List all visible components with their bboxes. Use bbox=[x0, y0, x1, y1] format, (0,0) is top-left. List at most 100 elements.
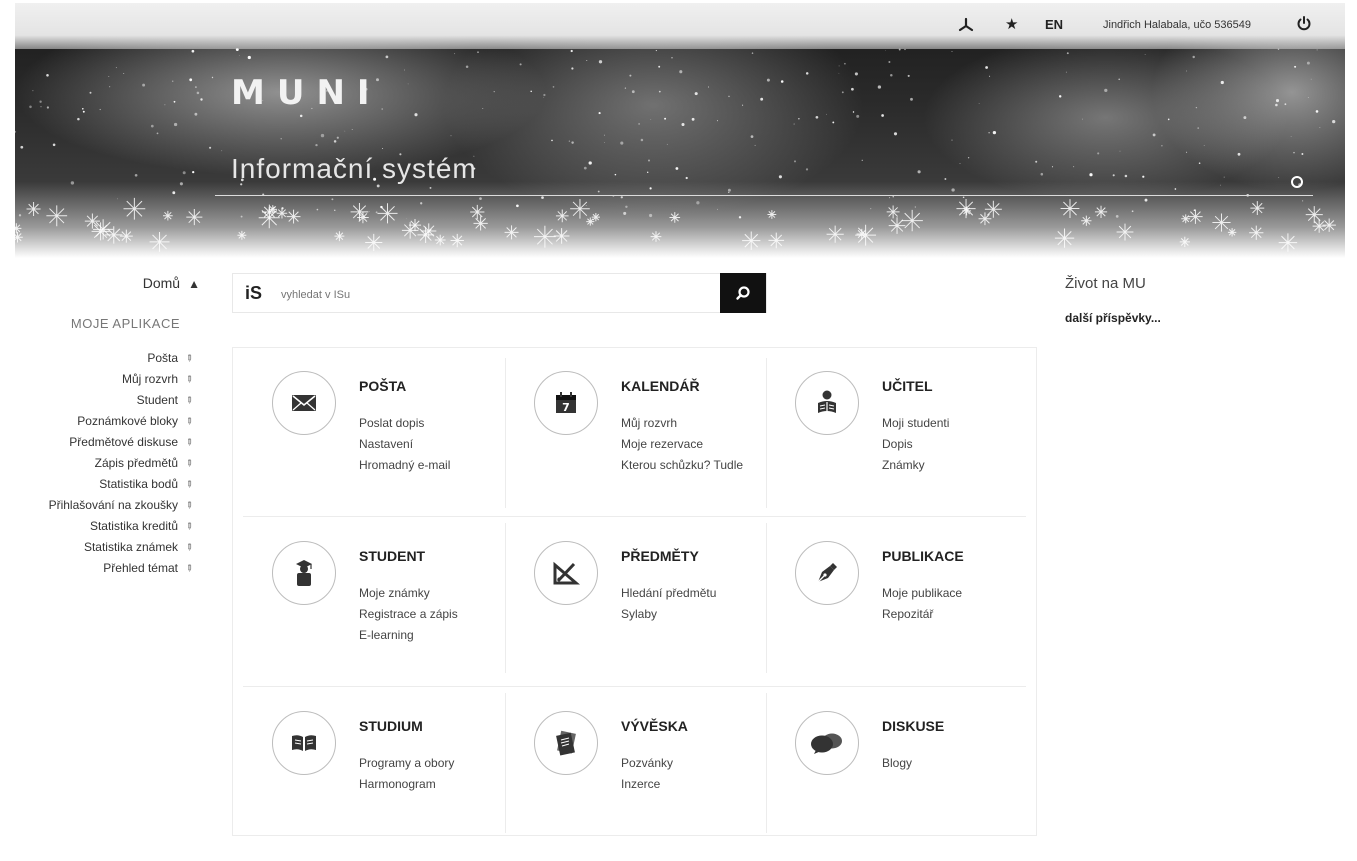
pin-icon[interactable]: ✎ bbox=[174, 553, 204, 583]
tile-title[interactable]: STUDENT bbox=[359, 548, 425, 564]
home-label: Domů bbox=[142, 275, 181, 291]
tile-title[interactable]: STUDIUM bbox=[359, 718, 423, 734]
my-apps-list: Pošta ✎ Můj rozvrh ✎ Student ✎ Poznámkové blok… bbox=[0, 348, 200, 579]
app-tile-publikace: PUBLIKACE Moje publikace Repozitář bbox=[766, 523, 1028, 691]
app-tiles-grid: POŠTA Poslat dopis Nastavení Hromadný e-mai… bbox=[232, 347, 1037, 836]
tile-link[interactable]: Registrace a zápis bbox=[359, 604, 458, 625]
tile-links: Poslat dopis Nastavení Hromadný e-mail bbox=[359, 413, 450, 476]
tile-link[interactable]: Známky bbox=[882, 455, 949, 476]
row-separator bbox=[243, 686, 1026, 687]
search-button[interactable] bbox=[720, 273, 766, 313]
sidebar-app-item[interactable]: Přihlašování na zkoušky ✎ bbox=[0, 495, 200, 516]
tile-title[interactable]: VÝVĚSKA bbox=[621, 718, 688, 734]
tile-separator bbox=[766, 693, 767, 833]
tile-link[interactable]: Nastavení bbox=[359, 434, 450, 455]
tile-link[interactable]: Pozvánky bbox=[621, 753, 673, 774]
teacher-circle[interactable] bbox=[795, 371, 859, 435]
app-tile-student: STUDENT Moje známky Registrace a zápis E-le… bbox=[243, 523, 505, 691]
sidebar-app-item[interactable]: Zápis předmětů ✎ bbox=[0, 453, 200, 474]
open-book-circle[interactable] bbox=[272, 711, 336, 775]
open-book-icon bbox=[290, 733, 318, 753]
envelope-icon bbox=[291, 393, 317, 413]
tile-links: Můj rozvrh Moje rezervace Kterou schůzku? … bbox=[621, 413, 743, 476]
tile-title[interactable]: POŠTA bbox=[359, 378, 406, 394]
home-link[interactable]: Domů ▲ bbox=[143, 275, 200, 291]
top-bar: ★ EN Jindřich Halabala, učo 536549 bbox=[15, 3, 1345, 49]
tile-link[interactable]: Inzerce bbox=[621, 774, 673, 795]
speech-bubbles-icon bbox=[810, 731, 844, 755]
search-input[interactable] bbox=[279, 284, 703, 306]
tile-separator bbox=[505, 523, 506, 673]
sidebar-app-label: Statistika bodů bbox=[99, 477, 178, 491]
sidebar-app-label: Zápis předmětů bbox=[94, 456, 178, 470]
envelope-circle[interactable] bbox=[272, 371, 336, 435]
settings-dot-icon[interactable] bbox=[1291, 176, 1303, 188]
tile-link[interactable]: Poslat dopis bbox=[359, 413, 450, 434]
graduate-icon bbox=[293, 558, 315, 588]
tile-separator bbox=[505, 693, 506, 833]
language-switch[interactable]: EN bbox=[1045, 17, 1063, 32]
more-posts-link[interactable]: další příspěvky... bbox=[1065, 311, 1161, 325]
calendar-circle[interactable]: 7 bbox=[534, 371, 598, 435]
sidebar-app-item[interactable]: Poznámkové bloky ✎ bbox=[0, 411, 200, 432]
star-favorites-icon[interactable]: ★ bbox=[1005, 15, 1018, 33]
header-divider bbox=[215, 195, 1313, 196]
tile-link[interactable]: E-learning bbox=[359, 625, 458, 646]
tile-link[interactable]: Můj rozvrh bbox=[621, 413, 743, 434]
sidebar-app-item[interactable]: Statistika známek ✎ bbox=[0, 537, 200, 558]
sidebar-app-item[interactable]: Statistika bodů ✎ bbox=[0, 474, 200, 495]
sidebar-app-item[interactable]: Přehled témat ✎ bbox=[0, 558, 200, 579]
is-logo[interactable]: iS bbox=[245, 283, 262, 304]
tile-link[interactable]: Moje publikace bbox=[882, 583, 962, 604]
tile-separator bbox=[766, 523, 767, 673]
user-name[interactable]: Jindřich Halabala, učo 536549 bbox=[1103, 19, 1251, 31]
sidebar-section-title: MOJE APLIKACE bbox=[70, 316, 180, 331]
tile-link[interactable]: Repozitář bbox=[882, 604, 962, 625]
sidebar-app-item[interactable]: Pošta ✎ bbox=[0, 348, 200, 369]
sidebar-app-item[interactable]: Můj rozvrh ✎ bbox=[0, 369, 200, 390]
fountain-pen-circle[interactable] bbox=[795, 541, 859, 605]
mu-logo-icon[interactable] bbox=[958, 17, 974, 36]
tile-link[interactable]: Moje rezervace bbox=[621, 434, 743, 455]
sidebar-app-item[interactable]: Statistika kreditů ✎ bbox=[0, 516, 200, 537]
tile-links: Moje známky Registrace a zápis E-learning bbox=[359, 583, 458, 646]
app-tile-kalendář: 7 KALENDÁŘ Můj rozvrh Moje rezervace Kterou … bbox=[505, 353, 767, 521]
tile-title[interactable]: PUBLIKACE bbox=[882, 548, 964, 564]
teacher-icon bbox=[814, 389, 840, 417]
sidebar-app-item[interactable]: Předmětové diskuse ✎ bbox=[0, 432, 200, 453]
app-tile-učitel: UČITEL Moji studenti Dopis Známky bbox=[766, 353, 1028, 521]
tile-link[interactable]: Moji studenti bbox=[882, 413, 949, 434]
tile-title[interactable]: PŘEDMĚTY bbox=[621, 548, 699, 564]
tile-link[interactable]: Blogy bbox=[882, 753, 912, 774]
tile-title[interactable]: DISKUSE bbox=[882, 718, 944, 734]
tile-link[interactable]: Moje známky bbox=[359, 583, 458, 604]
tile-link[interactable]: Kterou schůzku? Tudle bbox=[621, 455, 743, 476]
sidebar-app-label: Můj rozvrh bbox=[121, 372, 178, 386]
tile-link[interactable]: Harmonogram bbox=[359, 774, 454, 795]
tile-link[interactable]: Sylaby bbox=[621, 604, 716, 625]
sidebar-app-item[interactable]: Student ✎ bbox=[0, 390, 200, 411]
muni-logo[interactable]: MUNI bbox=[231, 73, 382, 113]
sidebar-app-label: Student bbox=[136, 393, 178, 407]
tile-link[interactable]: Hromadný e-mail bbox=[359, 455, 450, 476]
fountain-pen-icon bbox=[814, 560, 840, 586]
row-separator bbox=[243, 516, 1026, 517]
tile-separator bbox=[766, 358, 767, 508]
tile-link[interactable]: Dopis bbox=[882, 434, 949, 455]
speech-bubbles-circle[interactable] bbox=[795, 711, 859, 775]
tile-link[interactable]: Programy a obory bbox=[359, 753, 454, 774]
logout-icon[interactable] bbox=[1296, 15, 1312, 34]
notice-board-circle[interactable] bbox=[534, 711, 598, 775]
app-tile-pošta: POŠTA Poslat dopis Nastavení Hromadný e-mai… bbox=[243, 353, 505, 521]
tile-links: Moje publikace Repozitář bbox=[882, 583, 962, 625]
graduate-circle[interactable] bbox=[272, 541, 336, 605]
geometry-tools-circle[interactable] bbox=[534, 541, 598, 605]
app-tile-předměty: PŘEDMĚTY Hledání předmětu Sylaby bbox=[505, 523, 767, 691]
tile-title[interactable]: KALENDÁŘ bbox=[621, 378, 700, 394]
tile-title[interactable]: UČITEL bbox=[882, 378, 933, 394]
sidebar-app-label: Přihlašování na zkoušky bbox=[48, 498, 178, 512]
sidebar-app-label: Statistika známek bbox=[83, 540, 178, 554]
geometry-tools-icon bbox=[552, 560, 580, 586]
tile-links: Programy a obory Harmonogram bbox=[359, 753, 454, 795]
tile-link[interactable]: Hledání předmětu bbox=[621, 583, 716, 604]
